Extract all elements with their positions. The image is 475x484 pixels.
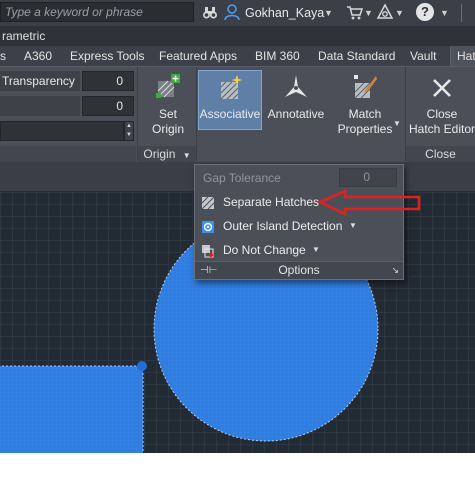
set-origin-label-2: Origin bbox=[151, 122, 184, 136]
angle-label bbox=[0, 96, 80, 116]
match-properties-button[interactable]: Match Properties bbox=[332, 69, 398, 137]
tab-a360[interactable]: A360 bbox=[24, 46, 52, 66]
divider bbox=[461, 4, 462, 22]
grip-handle[interactable] bbox=[137, 361, 147, 371]
binoculars-icon[interactable] bbox=[202, 5, 218, 21]
annotative-button[interactable]: Annotative bbox=[265, 69, 327, 122]
hatched-rectangle[interactable] bbox=[0, 365, 144, 453]
cart-chevron-icon[interactable]: ▼ bbox=[364, 8, 373, 18]
tab-featured-apps[interactable]: Featured Apps bbox=[159, 46, 237, 66]
tab-bim-360[interactable]: BIM 360 bbox=[255, 46, 300, 66]
user-menu-chevron-icon[interactable]: ▼ bbox=[324, 8, 333, 18]
outer-island-detection-label: Outer Island Detection bbox=[223, 219, 343, 233]
transparency-field[interactable]: 0 bbox=[82, 71, 134, 91]
user-icon[interactable] bbox=[224, 4, 240, 21]
associative-icon bbox=[217, 74, 243, 102]
annotative-label: Annotative bbox=[267, 107, 325, 121]
chevron-down-icon: ▼ bbox=[349, 221, 357, 230]
tab-vault[interactable]: Vault bbox=[410, 46, 436, 66]
options-dropdown: Gap Tolerance 0 Separate Hatches Outer I… bbox=[194, 164, 404, 280]
associative-label: Associative bbox=[199, 107, 261, 121]
cart-icon[interactable] bbox=[346, 5, 364, 20]
origin-panel-label: Origin bbox=[143, 147, 176, 161]
autocad-window: Type a keyword or phrase Gokhan_Kaya ▼ ▼… bbox=[0, 0, 475, 453]
chevron-down-icon: ▼ bbox=[182, 151, 191, 160]
set-origin-label-1: Set bbox=[158, 107, 177, 121]
angle-field[interactable]: 0 bbox=[82, 96, 134, 116]
ribbon-panel-area: Transparency 0 0 ▲ ▼ Set Origin Origin ▼ … bbox=[0, 66, 475, 162]
transparency-label: Transparency bbox=[0, 71, 80, 91]
dialog-launcher-icon[interactable]: ↘ bbox=[391, 262, 399, 279]
help-chevron-icon[interactable]: ▼ bbox=[440, 8, 449, 18]
separate-hatches-icon bbox=[201, 195, 215, 210]
autodesk-connect-icon[interactable] bbox=[376, 3, 394, 21]
separate-hatches-label: Separate Hatches bbox=[223, 195, 320, 209]
connect-chevron-icon[interactable]: ▼ bbox=[395, 8, 404, 18]
scale-spinner[interactable]: ▲ ▼ bbox=[124, 121, 134, 141]
annotative-icon bbox=[283, 73, 309, 101]
chevron-down-icon: ▼ bbox=[312, 245, 320, 254]
close-panel-title: Close bbox=[406, 146, 475, 162]
match-properties-label-1: Match bbox=[348, 107, 382, 121]
gap-tolerance-label: Gap Tolerance bbox=[203, 171, 281, 185]
options-panel-label: Options bbox=[278, 263, 320, 277]
search-input[interactable]: Type a keyword or phrase bbox=[0, 2, 194, 22]
island-detection-icon bbox=[201, 219, 215, 233]
properties-panel-title bbox=[0, 146, 136, 162]
set-origin-button[interactable]: Set Origin bbox=[142, 69, 194, 137]
divider bbox=[196, 67, 197, 161]
outer-island-detection-option[interactable]: Outer Island Detection ▼ bbox=[195, 215, 403, 237]
origin-panel-title[interactable]: Origin ▼ bbox=[138, 146, 196, 162]
close-hatch-editor-button[interactable]: Close Hatch Editor bbox=[407, 69, 475, 137]
close-icon bbox=[431, 75, 453, 101]
match-properties-label-2: Properties bbox=[337, 122, 393, 136]
set-origin-icon bbox=[155, 73, 181, 101]
tab-express-tools[interactable]: Express Tools bbox=[70, 46, 144, 66]
window-title: rametric bbox=[0, 26, 475, 46]
match-properties-icon bbox=[352, 73, 378, 101]
match-properties-chevron-icon[interactable]: ▼ bbox=[393, 119, 401, 128]
pin-icon[interactable]: ⊣⊢ bbox=[200, 262, 217, 279]
options-panel-title[interactable]: ⊣⊢ Options ↘ bbox=[195, 261, 403, 279]
tab-parametric[interactable]: s bbox=[0, 46, 6, 66]
separate-hatches-option[interactable]: Separate Hatches bbox=[195, 191, 403, 213]
ribbon-tab-bar: s A360 Express Tools Featured Apps BIM 3… bbox=[0, 46, 475, 66]
scale-field[interactable] bbox=[0, 121, 124, 141]
user-name[interactable]: Gokhan_Kaya bbox=[245, 4, 324, 22]
do-not-change-label: Do Not Change bbox=[223, 243, 306, 257]
gap-tolerance-field[interactable]: 0 bbox=[339, 168, 397, 187]
close-label-2: Hatch Editor bbox=[408, 122, 475, 136]
top-toolbar: Type a keyword or phrase Gokhan_Kaya ▼ ▼… bbox=[0, 0, 475, 26]
close-label-1: Close bbox=[426, 107, 458, 121]
tab-hatch-editor[interactable]: Hatc bbox=[450, 46, 475, 66]
help-icon[interactable]: ? bbox=[416, 3, 434, 21]
tab-data-standard[interactable]: Data Standard bbox=[318, 46, 395, 66]
draw-order-option[interactable]: Do Not Change ▼ bbox=[195, 239, 403, 261]
draw-order-icon bbox=[201, 243, 215, 258]
associative-button[interactable]: Associative bbox=[198, 70, 262, 130]
